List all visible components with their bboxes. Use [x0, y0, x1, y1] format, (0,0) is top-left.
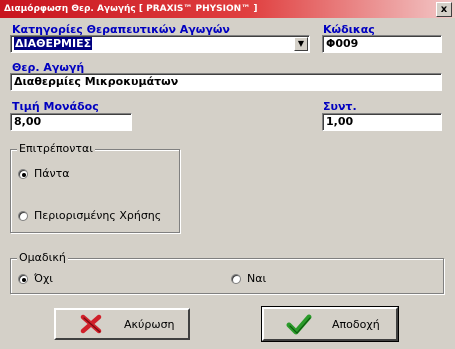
allowed-option-restricted-label: Περιορισμένης Χρήσης — [34, 209, 162, 222]
radio-unselected-icon[interactable] — [18, 210, 28, 221]
group-option-yes[interactable]: Ναι — [231, 272, 266, 285]
group-option-no[interactable]: Όχι — [18, 272, 53, 285]
cancel-button[interactable]: Ακύρωση — [54, 308, 190, 340]
allowed-group: Επιτρέπονται Πάντα Περιορισμένης Χρήσης — [10, 142, 180, 233]
accept-button[interactable]: Αποδοχή — [261, 306, 399, 342]
categories-value: ΔΙΑΘΕΡΜΙΕΣ — [14, 37, 93, 50]
code-field[interactable]: Φ009 — [322, 35, 442, 53]
green-checkmark-icon — [286, 314, 312, 335]
group-option-yes-label: Ναι — [247, 272, 267, 285]
red-x-icon — [80, 314, 102, 334]
accept-button-label: Αποδοχή — [332, 317, 380, 331]
group-treatment-group: Ομαδική Όχι Ναι — [10, 251, 444, 294]
radio-unselected-icon[interactable] — [231, 273, 241, 284]
categories-combo[interactable]: ΔΙΑΘΕΡΜΙΕΣ ▼ — [10, 35, 310, 53]
allowed-legend: Επιτρέπονται — [17, 142, 95, 155]
close-button[interactable]: x — [436, 2, 452, 17]
radio-selected-icon[interactable] — [18, 168, 28, 179]
cancel-button-label: Ακύρωση — [124, 317, 175, 331]
chevron-down-icon[interactable]: ▼ — [294, 37, 308, 51]
group-option-no-label: Όχι — [34, 272, 54, 285]
allowed-option-always[interactable]: Πάντα — [18, 167, 70, 180]
allowed-option-always-label: Πάντα — [34, 167, 70, 180]
allowed-option-restricted[interactable]: Περιορισμένης Χρήσης — [18, 209, 161, 222]
coefficient-label: Συντ. — [323, 100, 357, 113]
coefficient-field[interactable]: 1,00 — [322, 113, 442, 131]
unit-price-field[interactable]: 8,00 — [10, 113, 132, 131]
treatment-field[interactable]: Διαθερμίες Μικροκυμάτων — [10, 73, 442, 91]
window-title: Διαμόρφωση Θερ. Αγωγής [ PRAXIS™ PHYSION… — [4, 4, 258, 14]
unit-price-label: Τιμή Μονάδος — [12, 100, 99, 113]
title-bar: Διαμόρφωση Θερ. Αγωγής [ PRAXIS™ PHYSION… — [0, 0, 455, 18]
radio-selected-icon[interactable] — [18, 273, 28, 284]
group-legend: Ομαδική — [17, 251, 68, 264]
